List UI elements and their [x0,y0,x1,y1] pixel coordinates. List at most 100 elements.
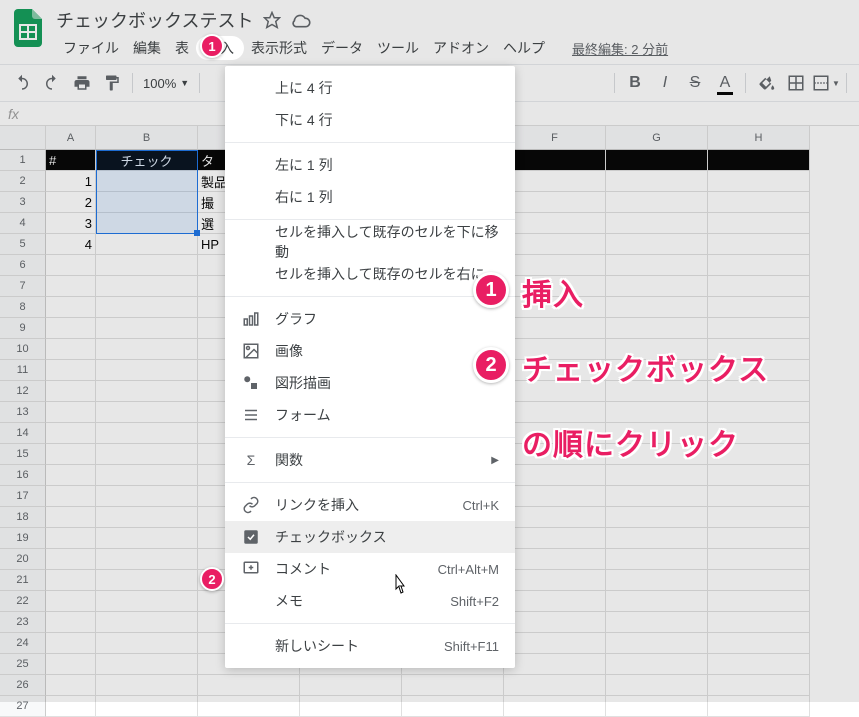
cell[interactable] [708,549,810,570]
row-header[interactable]: 23 [0,612,46,633]
insert-chart[interactable]: グラフ [225,303,515,335]
cell[interactable] [96,276,198,297]
cell[interactable]: # [46,150,96,171]
cell[interactable] [708,507,810,528]
cell[interactable] [504,507,606,528]
row-header[interactable]: 17 [0,486,46,507]
star-icon[interactable] [263,11,281,29]
cell[interactable] [708,654,810,675]
cell[interactable] [708,612,810,633]
cell[interactable] [402,675,504,696]
cell[interactable] [96,549,198,570]
cell[interactable] [708,486,810,507]
cell[interactable]: 1 [46,171,96,192]
insert-rows-above[interactable]: 上に 4 行 [225,72,515,104]
cell[interactable] [504,192,606,213]
cell[interactable] [606,549,708,570]
row-header[interactable]: 26 [0,675,46,696]
insert-cells-shift-down[interactable]: セルを挿入して既存のセルを下に移動 [225,226,515,258]
cell[interactable] [96,381,198,402]
cell[interactable] [46,633,96,654]
cell[interactable] [46,339,96,360]
cell[interactable] [504,549,606,570]
row-header[interactable]: 9 [0,318,46,339]
cell[interactable]: チェック [96,150,198,171]
menu-addons[interactable]: アドオン [426,36,496,60]
insert-cells-shift-right[interactable]: セルを挿入して既存のセルを右に [225,258,515,290]
cell[interactable] [46,297,96,318]
italic-button[interactable]: I [651,69,679,97]
col-header[interactable]: F [504,126,606,150]
cell[interactable] [606,528,708,549]
col-header[interactable]: A [46,126,96,150]
cell[interactable]: 2 [46,192,96,213]
cell[interactable] [606,276,708,297]
row-header[interactable]: 13 [0,402,46,423]
last-edit-link[interactable]: 最終編集: 2 分前 [572,39,668,58]
cell[interactable] [606,654,708,675]
cell[interactable] [46,318,96,339]
row-header[interactable]: 21 [0,570,46,591]
cell[interactable] [46,465,96,486]
cell[interactable] [46,612,96,633]
cell[interactable] [198,675,300,696]
cell[interactable] [708,528,810,549]
cell[interactable] [96,633,198,654]
cell[interactable] [606,465,708,486]
col-header[interactable]: G [606,126,708,150]
cell[interactable] [606,192,708,213]
cell[interactable] [46,276,96,297]
row-header[interactable]: 14 [0,423,46,444]
cell[interactable] [46,255,96,276]
bold-button[interactable]: B [621,69,649,97]
row-header[interactable]: 15 [0,444,46,465]
cell[interactable] [46,654,96,675]
cell[interactable] [606,591,708,612]
cell[interactable] [606,255,708,276]
cell[interactable] [708,171,810,192]
cell[interactable] [708,570,810,591]
menu-edit[interactable]: 編集 [126,36,168,60]
cell[interactable] [504,675,606,696]
cell[interactable] [96,339,198,360]
cell[interactable] [504,570,606,591]
cell[interactable] [96,297,198,318]
cell[interactable] [504,465,606,486]
insert-col-left[interactable]: 左に 1 列 [225,149,515,181]
menu-data[interactable]: データ [314,36,370,60]
cell[interactable] [606,318,708,339]
row-header[interactable]: 25 [0,654,46,675]
cell[interactable] [96,465,198,486]
insert-note[interactable]: メモShift+F2 [225,585,515,617]
cell[interactable] [708,318,810,339]
cell[interactable] [46,486,96,507]
select-all-corner[interactable] [0,126,46,150]
cell[interactable] [198,696,300,717]
cell[interactable] [402,696,504,717]
cell[interactable] [504,486,606,507]
cell[interactable] [504,213,606,234]
row-header[interactable]: 1 [0,150,46,171]
insert-image[interactable]: 画像▶ [225,335,515,367]
row-header[interactable]: 24 [0,633,46,654]
row-header[interactable]: 3 [0,192,46,213]
text-color-button[interactable]: A [711,69,739,97]
fill-color-button[interactable] [752,69,780,97]
cell[interactable]: 4 [46,234,96,255]
cell[interactable] [96,486,198,507]
cell[interactable] [46,402,96,423]
sheets-logo-icon[interactable] [8,8,48,48]
menu-view[interactable]: 表 [168,36,196,60]
cell[interactable] [46,423,96,444]
cell[interactable] [708,633,810,654]
row-header[interactable]: 27 [0,696,46,717]
row-header[interactable]: 5 [0,234,46,255]
cell[interactable] [96,192,198,213]
print-button[interactable] [68,69,96,97]
cell[interactable] [606,213,708,234]
menu-help[interactable]: ヘルプ [496,36,552,60]
zoom-select[interactable]: 100%▼ [139,76,193,91]
cell[interactable] [96,171,198,192]
cell[interactable] [606,633,708,654]
cell[interactable] [606,696,708,717]
